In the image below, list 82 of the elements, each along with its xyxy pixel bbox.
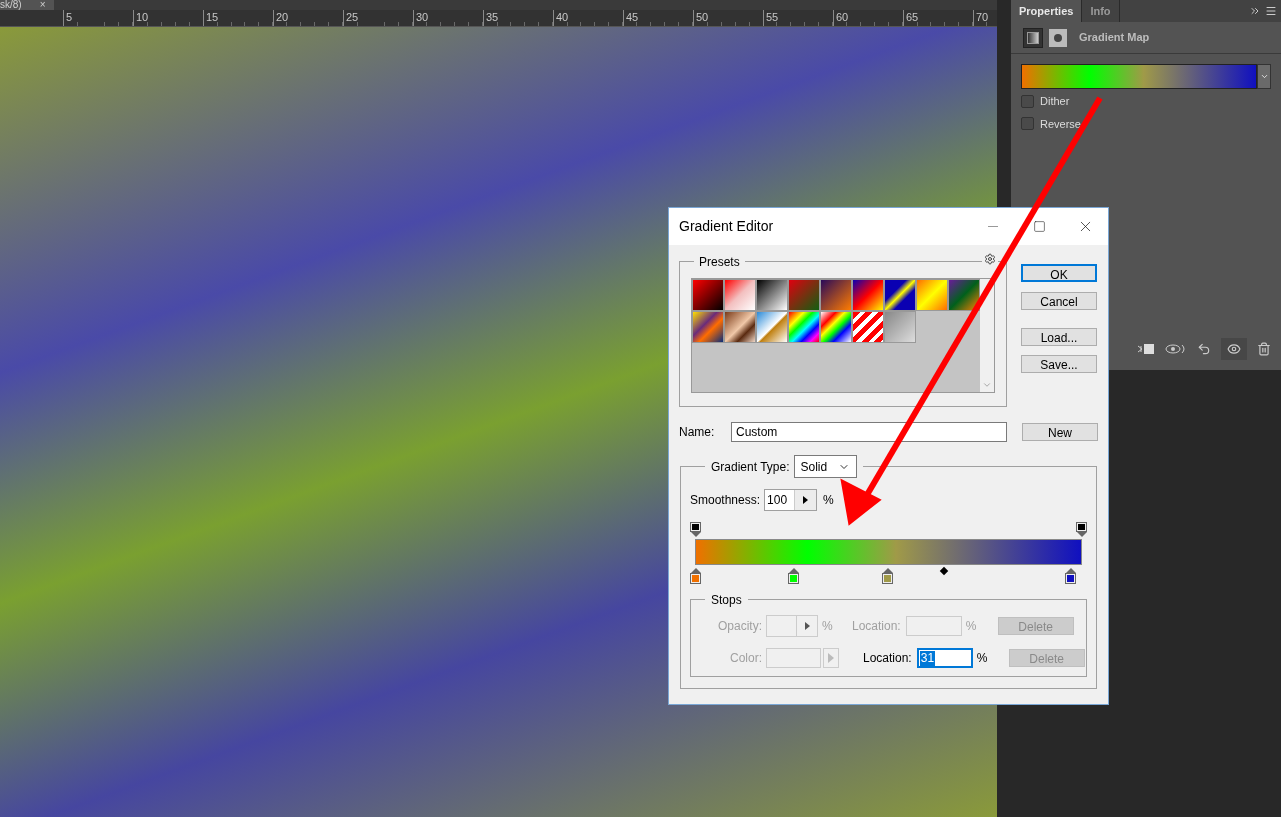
ruler-label: 20 [276,11,289,23]
preset-swatch[interactable] [916,279,948,311]
checkbox-label: Dither [1040,94,1070,109]
dropdown-button[interactable] [1257,64,1271,89]
color-label: Color: [729,650,763,667]
ruler-label: 15 [206,11,219,23]
color-stop[interactable] [882,568,893,584]
preset-swatch[interactable] [948,279,980,311]
dialog-button[interactable]: New [1022,423,1098,441]
ruler-label: 30 [416,11,429,23]
gradient-preview[interactable] [1021,64,1257,89]
preset-swatch[interactable] [692,311,724,343]
ruler-label: 45 [626,11,639,23]
preset-swatch[interactable] [756,311,788,343]
gradient-type-select[interactable]: Solid [793,455,857,478]
location-field[interactable] [905,616,962,636]
name-field[interactable]: Custom [731,422,1007,442]
maximize-icon [1032,220,1046,233]
ruler-label: 40 [556,11,569,23]
dialog-button[interactable]: Load... [1021,328,1097,346]
close-icon[interactable]: × [39,0,46,10]
ruler-label: 60 [836,11,849,23]
adjustment-title: Gradient Map [1079,30,1150,46]
preset-swatch[interactable] [788,311,820,343]
opacity-label: Opacity: [717,618,763,635]
smoothness-field[interactable]: 100 [764,489,818,511]
menu-icon[interactable] [1265,5,1277,17]
preset-swatch[interactable] [788,279,820,311]
unit-label: % [822,618,834,635]
settings-icon[interactable] [984,253,996,265]
unit-label: % [976,650,989,667]
checkbox-label: Reverse [1040,116,1081,132]
color-stop[interactable] [788,568,799,584]
mask-icon[interactable] [1049,28,1067,47]
location-label: Location: [852,618,901,635]
ruler-label: 25 [346,11,359,23]
preset-swatch[interactable] [884,311,916,343]
preset-swatch[interactable] [756,279,788,311]
unit-label: % [823,492,834,509]
preset-swatch[interactable] [692,279,724,311]
gradient-type-label: Gradient Type: [711,458,790,476]
ruler-label: 70 [976,11,989,23]
checkbox[interactable] [1021,117,1034,131]
ruler-label: 10 [136,11,149,23]
gradient-bar[interactable] [695,539,1082,565]
document-tab[interactable]: sk/8) × [0,0,54,10]
color-stop[interactable] [690,568,701,584]
ruler-label: 55 [766,11,779,23]
minimize-icon [988,226,998,227]
smoothness-label: Smoothness: [690,492,761,509]
dialog-button[interactable]: OK [1021,264,1097,282]
preset-swatch[interactable] [820,279,852,311]
panel-tab[interactable]: Properties [1011,0,1083,22]
delete-icon[interactable] [1257,342,1271,356]
preset-swatch[interactable] [820,311,852,343]
checkbox[interactable] [1021,94,1034,108]
ruler-label: 65 [906,11,919,23]
collapse-icon[interactable] [1249,5,1261,17]
preset-swatch[interactable] [852,311,884,343]
ruler-label: 50 [696,11,709,23]
dialog-button[interactable]: Cancel [1021,292,1097,310]
dialog-button[interactable]: Save... [1021,355,1097,373]
ruler-label: 5 [66,11,73,23]
caret-icon [1259,72,1269,81]
preset-swatch[interactable] [852,279,884,311]
name-label: Name: [679,424,716,441]
visibility-icon[interactable] [1227,342,1241,356]
opacity-field[interactable] [766,615,818,637]
play-icon [803,496,809,504]
ruler-label: 35 [486,11,499,23]
preset-swatch[interactable] [724,279,756,311]
dialog-title: Gradient Editor [679,217,774,236]
play-icon [804,622,810,630]
preset-swatch[interactable] [724,311,756,343]
preset-swatch[interactable] [884,279,916,311]
location-label: Location: [863,650,912,667]
reset-icon[interactable] [1197,342,1211,356]
unit-label: % [965,618,978,635]
adjustment-icon[interactable] [1023,27,1043,48]
color-stop[interactable] [1065,568,1076,584]
view-previous-state-icon[interactable] [1165,343,1187,355]
clip-to-layer-icon[interactable] [1137,343,1155,355]
